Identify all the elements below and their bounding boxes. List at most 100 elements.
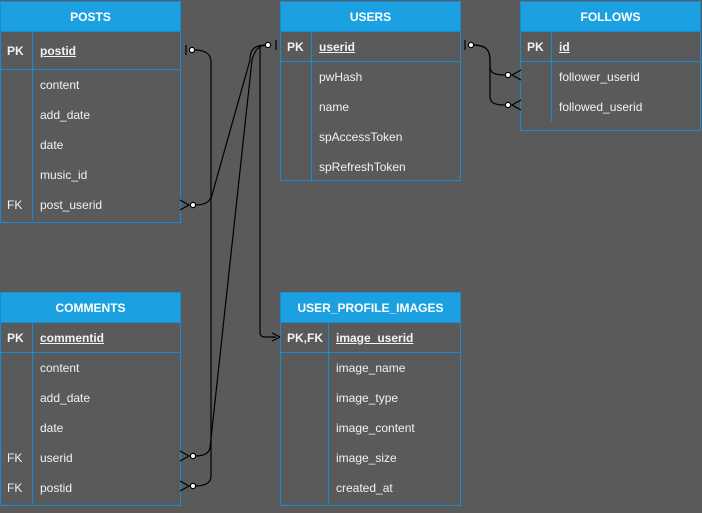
user-profile-images-table[interactable]: USER_PROFILE_IMAGES PK,FK image_userid i… [280, 292, 461, 506]
comments-table-title: COMMENTS [1, 293, 180, 323]
table-row: followed_userid [521, 92, 700, 122]
connector-users-follows-followed [472, 44, 507, 106]
crows-foot-comments-postid [179, 480, 191, 492]
table-row: image_size [281, 443, 460, 473]
table-row: FK post_userid [1, 190, 180, 220]
key-label [281, 152, 312, 182]
field-name: image_userid [336, 330, 414, 345]
field-name: image_content [336, 421, 415, 435]
connector-users-follows-follower [472, 44, 507, 76]
key-label [1, 413, 33, 443]
table-row: name [281, 92, 460, 122]
posts-table-title: POSTS [1, 2, 180, 32]
circle-posts-userid [189, 201, 197, 209]
field-name: content [40, 361, 80, 375]
crows-foot-comments-userid [179, 450, 191, 462]
field-name: userid [40, 451, 73, 465]
circle-follows-followed [504, 101, 512, 109]
key-label [281, 92, 312, 122]
key-label [281, 353, 329, 383]
field-name: content [40, 78, 80, 92]
field-name: add_date [40, 391, 91, 405]
circle-follows-follower [504, 71, 512, 79]
field-name: id [559, 39, 570, 54]
table-row: FK postid [1, 473, 180, 503]
key-label [281, 122, 312, 152]
users-table[interactable]: USERS PK userid pwHash name spAccessToke… [280, 1, 461, 182]
key-label [521, 92, 552, 122]
one-mark-profile-images [271, 332, 281, 342]
field-name: image_size [336, 451, 397, 465]
table-row: pwHash [281, 62, 460, 92]
key-label: PK [281, 32, 312, 61]
follows-table[interactable]: FOLLOWS PK id follower_userid followed_u… [520, 1, 701, 131]
key-label: PK [1, 32, 33, 69]
users-table-title: USERS [281, 2, 460, 32]
table-row: PK id [521, 32, 700, 62]
key-label: FK [1, 473, 33, 503]
field-name: postid [40, 481, 73, 495]
field-name: spAccessToken [319, 130, 403, 144]
field-name: date [40, 138, 64, 152]
comments-table[interactable]: COMMENTS PK commentid content add_date d… [0, 292, 181, 506]
field-name: image_name [336, 361, 406, 375]
key-label [281, 443, 329, 473]
key-label [281, 473, 329, 503]
table-row: image_type [281, 383, 460, 413]
table-row: content [1, 70, 180, 100]
field-name: commentid [40, 330, 105, 345]
key-label [1, 100, 33, 130]
table-row: add_date [1, 383, 180, 413]
table-row: content [1, 353, 180, 383]
circle-comments-postid [189, 482, 197, 490]
table-row: date [1, 413, 180, 443]
field-name: post_userid [40, 198, 103, 212]
table-row: follower_userid [521, 62, 700, 92]
table-row: add_date [1, 100, 180, 130]
field-name: follower_userid [559, 70, 640, 84]
table-row: image_content [281, 413, 460, 443]
connector-posts-comments [194, 49, 212, 487]
key-label: FK [1, 190, 33, 220]
key-label [521, 62, 552, 92]
key-label [1, 160, 33, 190]
posts-table[interactable]: POSTS PK postid content add_date date mu… [0, 1, 181, 223]
follows-table-title: FOLLOWS [521, 2, 700, 32]
key-label [1, 383, 33, 413]
field-name: spRefreshToken [319, 160, 406, 174]
key-label: FK [1, 443, 33, 473]
table-row: music_id [1, 160, 180, 190]
table-row: image_name [281, 353, 460, 383]
connector-users-comments [194, 44, 269, 457]
field-name: music_id [40, 168, 88, 182]
table-row: spAccessToken [281, 122, 460, 152]
key-label [1, 130, 33, 160]
field-name: pwHash [319, 70, 363, 84]
key-label: PK [521, 32, 552, 61]
key-label: PK,FK [281, 323, 329, 352]
table-row: PK userid [281, 32, 460, 62]
key-label: PK [1, 323, 33, 352]
table-row: FK userid [1, 443, 180, 473]
table-row: PK postid [1, 32, 180, 70]
field-name: followed_userid [559, 100, 643, 114]
field-name: date [40, 421, 64, 435]
field-name: userid [319, 39, 356, 54]
circle-users-right [467, 41, 475, 49]
table-row: created_at [281, 473, 460, 503]
field-name: image_type [336, 391, 399, 405]
table-row: spRefreshToken [281, 152, 460, 182]
key-label [1, 70, 33, 100]
circle-users-left [264, 41, 272, 49]
connector-users-posts [194, 44, 269, 206]
user-profile-images-table-title: USER_PROFILE_IMAGES [281, 293, 460, 323]
table-row: PK commentid [1, 323, 180, 353]
circle-posts-postid [188, 46, 196, 54]
key-label [281, 413, 329, 443]
key-label [281, 383, 329, 413]
circle-comments-userid [189, 452, 197, 460]
field-name: postid [40, 43, 76, 58]
field-name: name [319, 100, 350, 114]
table-row: PK,FK image_userid [281, 323, 460, 353]
crows-foot-posts-userid [179, 199, 191, 211]
